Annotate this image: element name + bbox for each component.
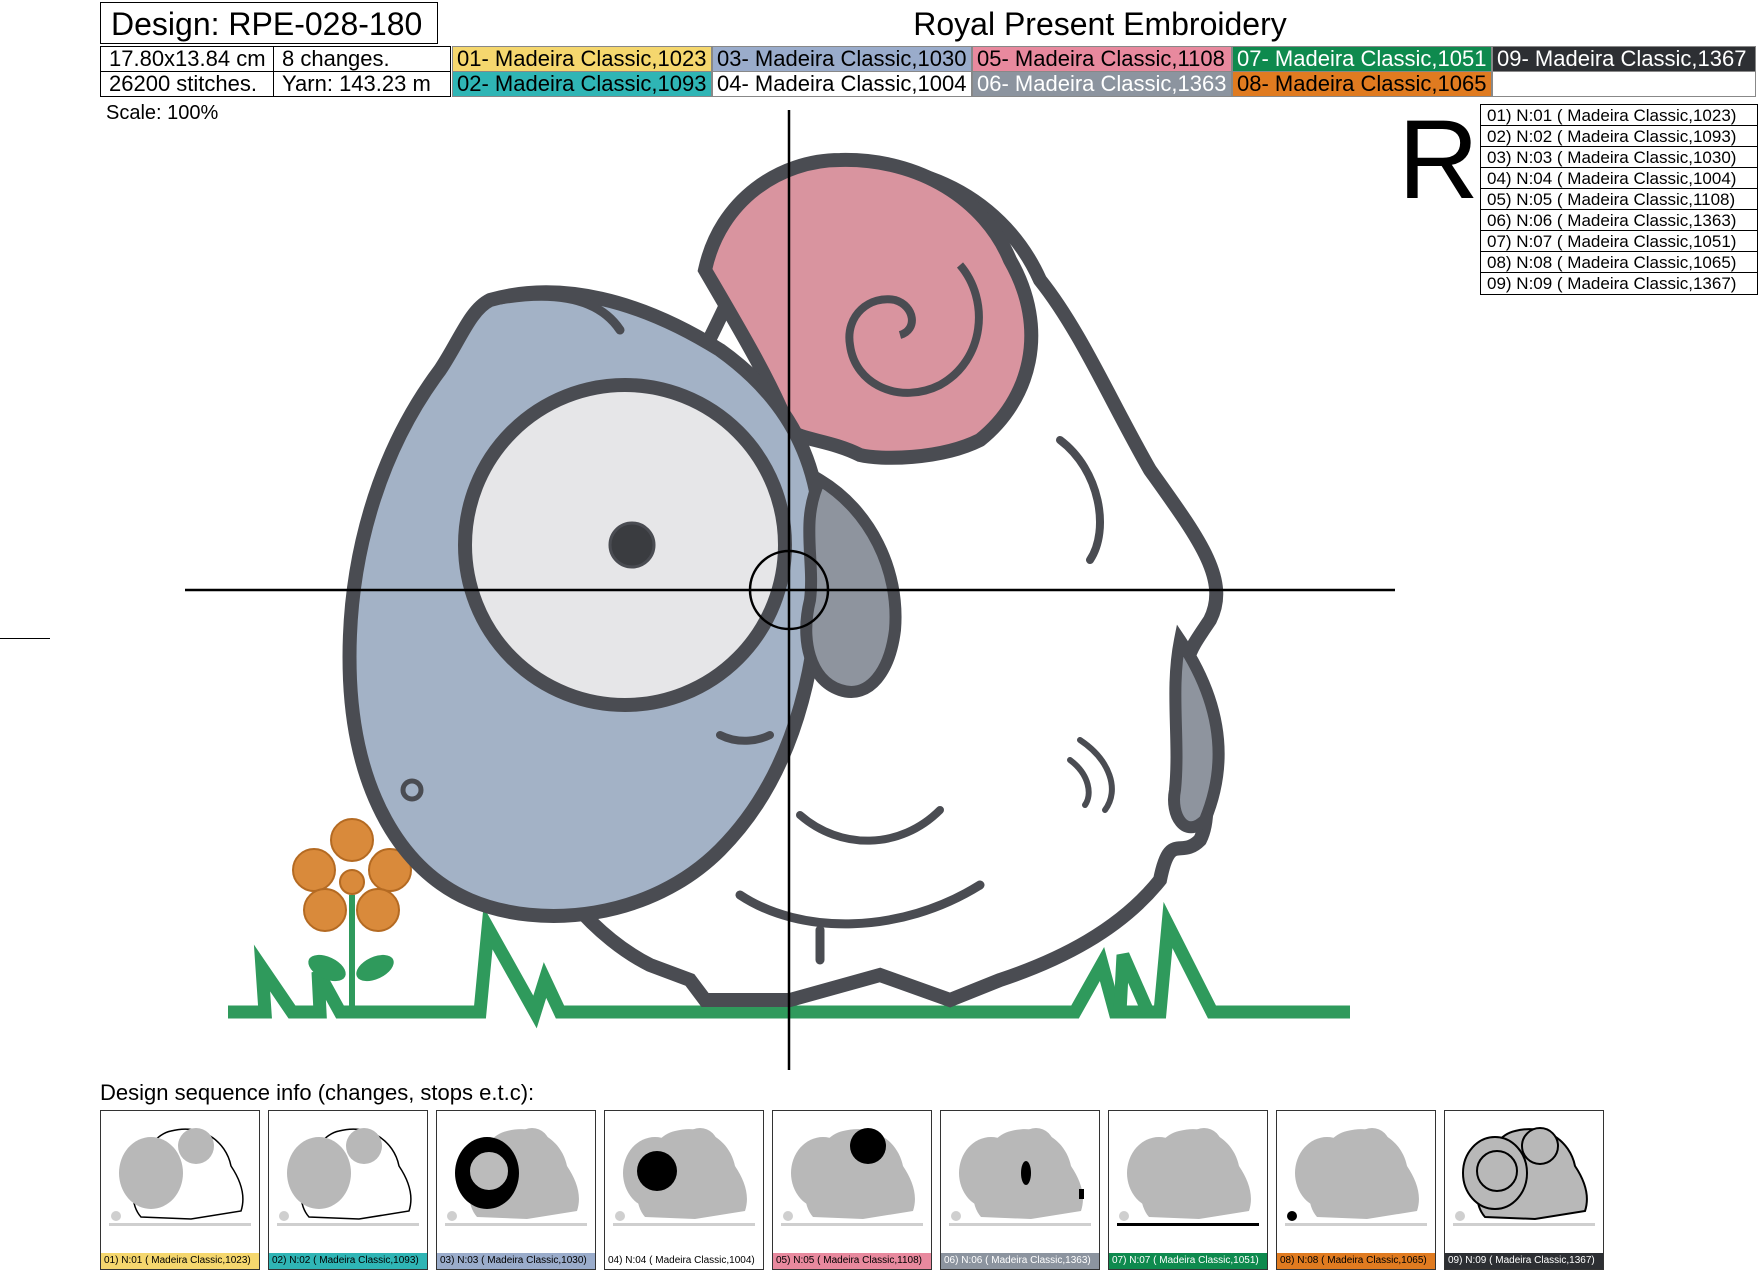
sequence-card: 07) N:07 ( Madeira Classic,1051) (1108, 1110, 1268, 1270)
sequence-card: 09) N:09 ( Madeira Classic,1367) (1444, 1110, 1604, 1270)
flower (292, 818, 412, 1008)
sequence-preview (1285, 1128, 1427, 1226)
sequence-label: 08) N:08 ( Madeira Classic,1065) (1277, 1253, 1435, 1269)
sequence-preview (1453, 1127, 1595, 1226)
sequence-label: 05) N:05 ( Madeira Classic,1108) (773, 1253, 931, 1269)
sequence-card: 05) N:05 ( Madeira Classic,1108) (772, 1110, 932, 1270)
sequence-card: 06) N:06 ( Madeira Classic,1363) (940, 1110, 1100, 1270)
sequence-title: Design sequence info (changes, stops e.t… (100, 1080, 535, 1105)
sequence-preview (949, 1128, 1091, 1226)
sequence-card: 08) N:08 ( Madeira Classic,1065) (1276, 1110, 1436, 1270)
sequence-card: 03) N:03 ( Madeira Classic,1030) (436, 1110, 596, 1270)
sequence-label: 09) N:09 ( Madeira Classic,1367) (1445, 1253, 1603, 1269)
sequence-preview (781, 1128, 923, 1226)
sequence-card: 02) N:02 ( Madeira Classic,1093) (268, 1110, 428, 1270)
sequence-preview (1117, 1128, 1259, 1226)
sequence-label: 01) N:01 ( Madeira Classic,1023) (101, 1253, 259, 1269)
sequence-label: 03) N:03 ( Madeira Classic,1030) (437, 1253, 595, 1269)
sequence-card: 04) N:04 ( Madeira Classic,1004) (604, 1110, 764, 1270)
sequence-label: 02) N:02 ( Madeira Classic,1093) (269, 1253, 427, 1269)
sequence-preview (109, 1128, 251, 1226)
sequence-label: 07) N:07 ( Madeira Classic,1051) (1109, 1253, 1267, 1269)
sequence-preview (613, 1128, 755, 1226)
sheep-ear-right (1168, 624, 1225, 834)
sequence-label: 04) N:04 ( Madeira Classic,1004) (605, 1253, 763, 1269)
grass-blades-right (1113, 952, 1154, 1015)
sheep-pupil (608, 521, 656, 569)
sequence-label: 06) N:06 ( Madeira Classic,1363) (941, 1253, 1099, 1269)
sequence-preview (445, 1128, 587, 1226)
sequence-preview (277, 1128, 419, 1226)
embroidery-preview (185, 110, 1395, 1070)
sequence-card: 01) N:01 ( Madeira Classic,1023) (100, 1110, 260, 1270)
